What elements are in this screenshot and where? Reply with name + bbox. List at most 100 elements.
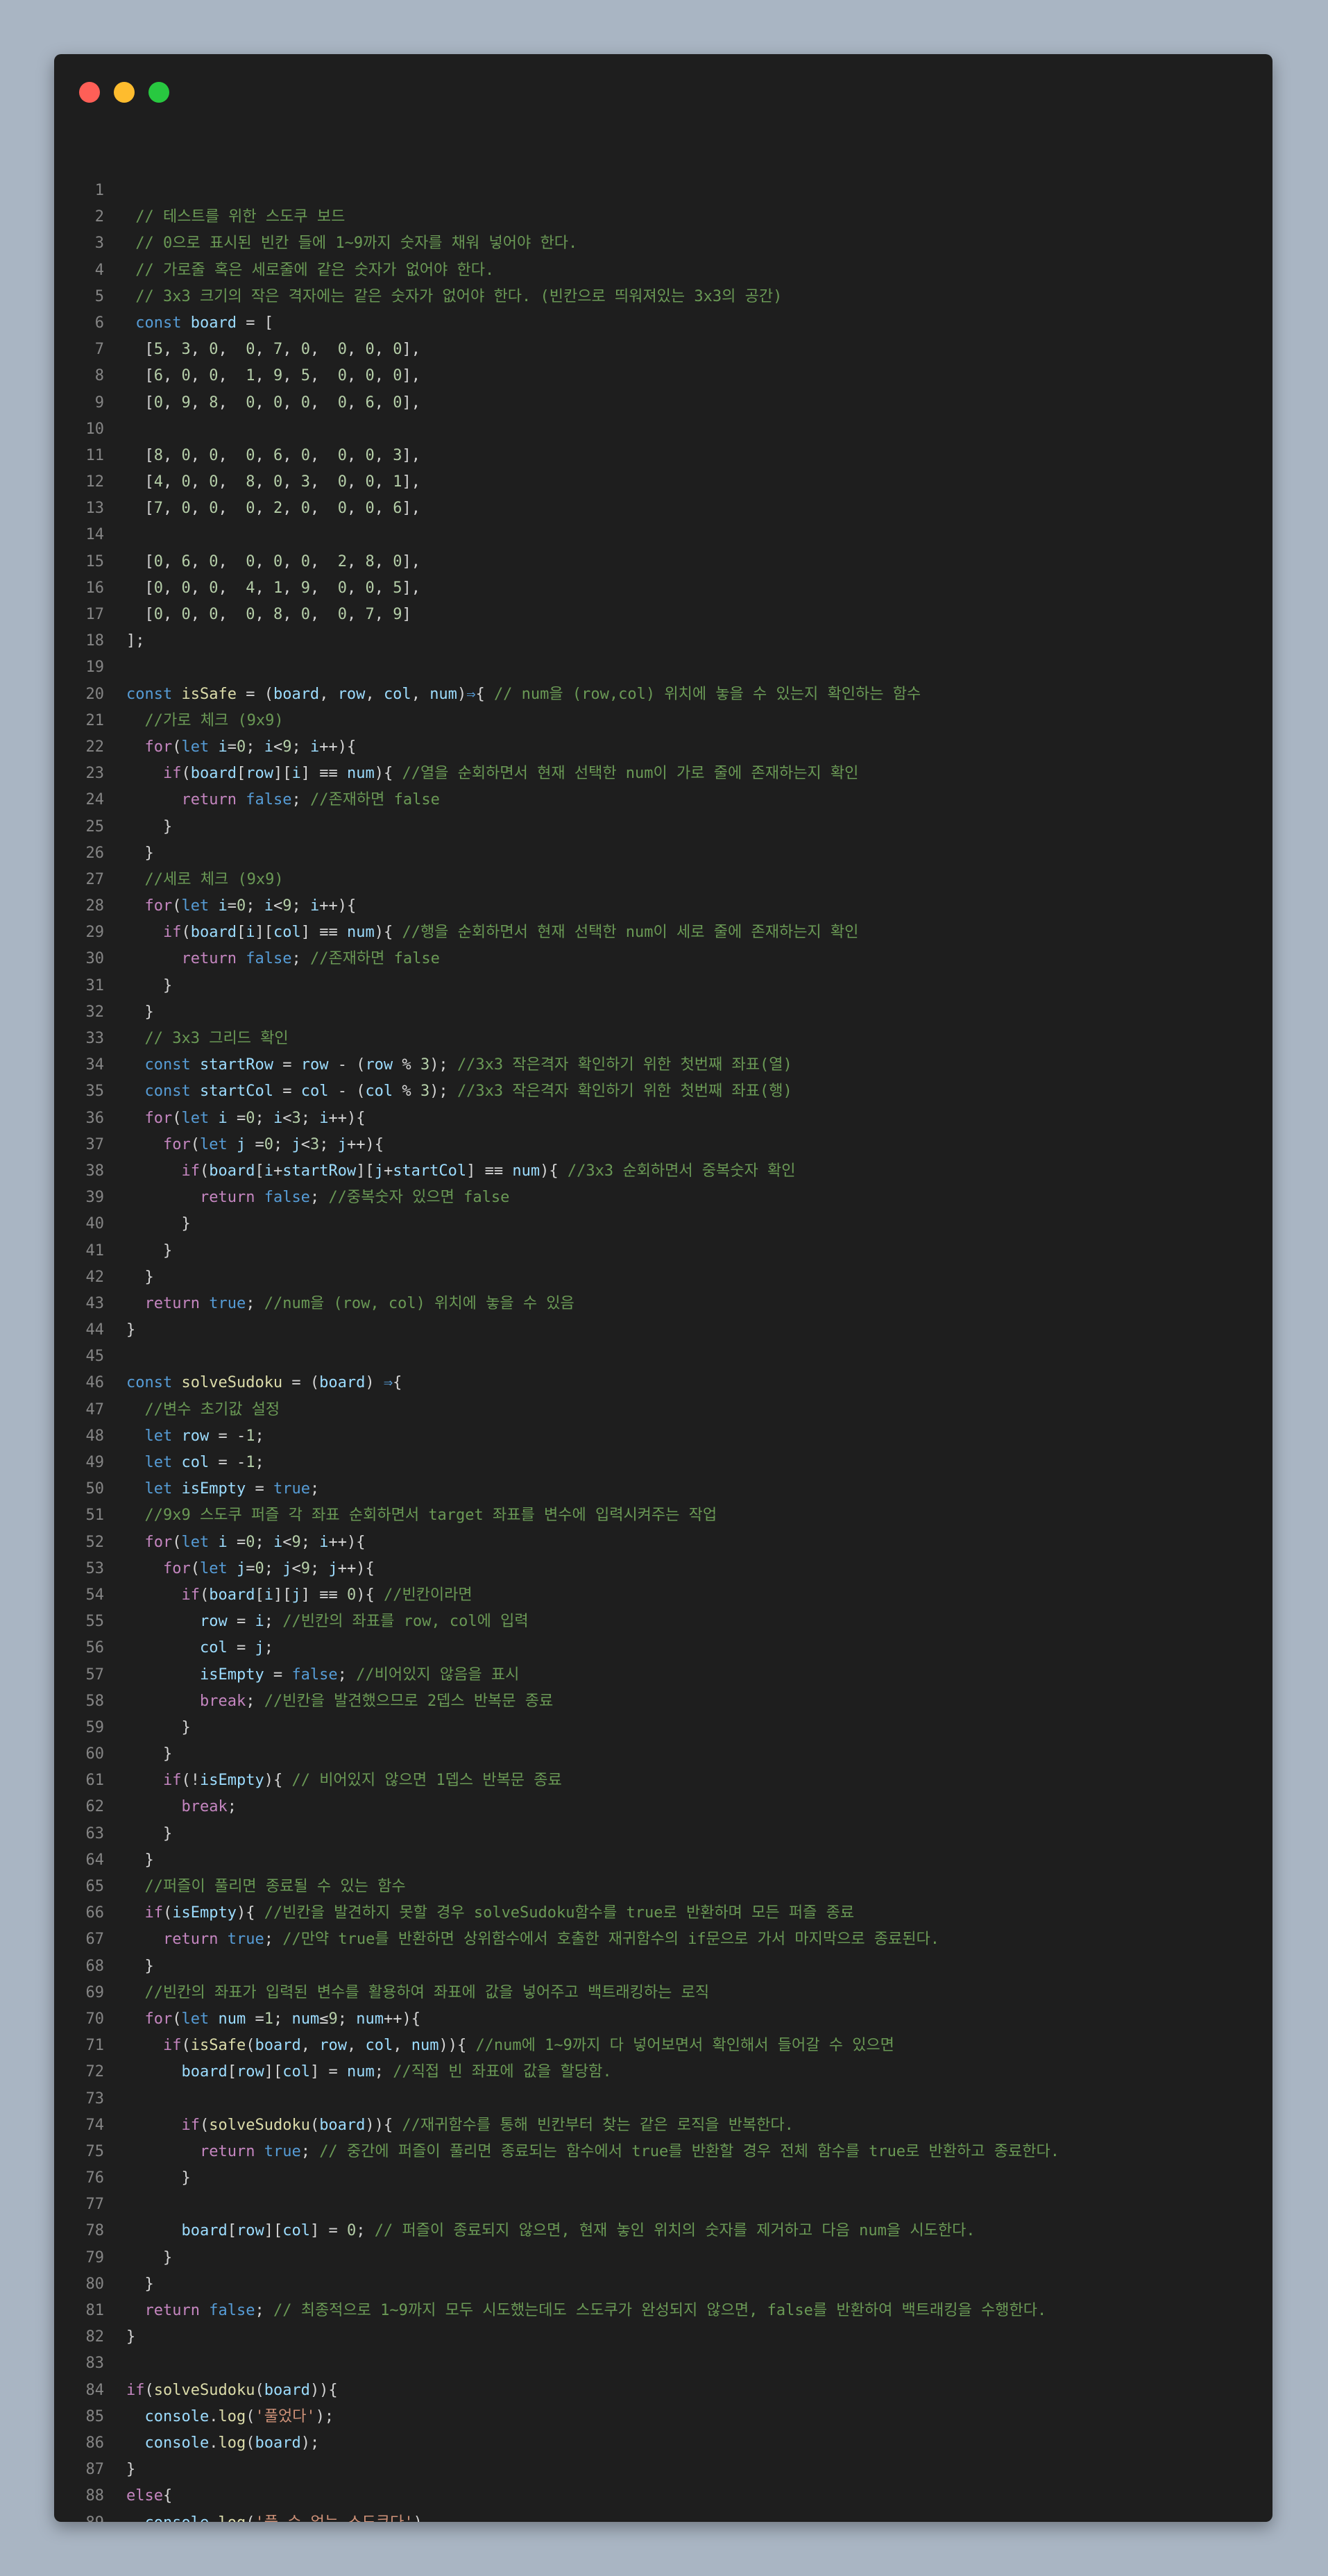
code-token: i [319,1533,329,1551]
code-token: ; [246,897,264,915]
code-token: 3 [300,473,310,491]
code-token: , [310,552,338,570]
code-token: ) [457,685,467,703]
code-token: //열을 순회하면서 현재 선택한 num이 가로 줄에 존재하는지 확인 [402,765,859,783]
code-token: ++){ [328,1109,366,1127]
code-token: ] ≡≡ [300,765,347,783]
code-token: % [393,1056,420,1074]
code-token: - ( [328,1056,366,1074]
code-token: = [273,1056,301,1074]
code-token: 0 [246,606,255,623]
code-line: 47 //변수 초기값 설정 [54,1397,1272,1423]
code-line: 3 // 0으로 표시된 빈칸 들에 1~9까지 숫자를 채워 넣어야 한다. [54,230,1272,257]
code-token: const [126,685,173,703]
code-token: ) [365,1374,384,1392]
line-number: 55 [85,1613,105,1631]
code-token: ( [246,2434,255,2452]
minimize-dot[interactable] [114,82,135,103]
code-token: 9 [181,393,191,412]
code-token: 0 [346,1586,357,1604]
code-token: '풀었다' [255,2407,316,2425]
line-number: 2 [94,208,104,226]
code-token: , [347,341,366,359]
code-token: 9 [328,2010,338,2028]
code-token: , [190,552,210,570]
code-token: , [218,552,246,570]
code-line: 48 let row = -1; [54,1423,1272,1450]
code-token: , [282,606,301,623]
code-token: , [190,446,210,464]
code-token: , [346,2037,366,2055]
code-token: 0 [209,446,219,464]
code-token: //중복숫자 있으면 false [328,1189,510,1207]
code-line: 65 //퍼즐이 풀리면 종료될 수 있는 함수 [54,1874,1272,1900]
code-token: j [291,1135,301,1153]
code-token: 0 [300,500,310,518]
code-token: ( [181,765,191,783]
code-token: ; [300,2142,320,2160]
code-token: ); [429,1083,457,1101]
code-line: 9 [0, 9, 8, 0, 0, 0, 0, 6, 0], [54,390,1272,416]
line-number: 70 [85,2010,105,2028]
code-token: } [126,2248,173,2266]
code-token: 3 [393,446,402,464]
code-token: const [135,314,182,332]
code-token: 3 [420,1083,430,1101]
code-line: 79 } [54,2245,1272,2271]
code-token: = ( [282,1374,320,1392]
code-line: 43 return true; //num을 (row, col) 위치에 놓을… [54,1291,1272,1317]
code-token: 2 [337,552,347,570]
line-number: 31 [85,976,105,994]
code-token: , [374,606,393,623]
code-token: return [181,791,237,809]
code-token: , [255,606,273,623]
code-token: 0 [237,897,246,915]
line-number: 36 [85,1109,105,1127]
code-line: 49 let col = -1; [54,1450,1272,1476]
maximize-dot[interactable] [148,82,169,103]
code-token: //변수 초기값 설정 [144,1400,280,1418]
code-token: 0 [246,341,255,359]
line-number: 17 [85,606,105,623]
code-token: 0 [209,367,219,385]
line-number: 16 [85,579,105,597]
code-token: } [126,2169,191,2187]
code-token: 0 [153,552,163,570]
code-token: , [374,393,393,412]
code-token: //빈칸의 좌표가 입력된 변수를 활용하여 좌표에 값을 넣어주고 백트래킹하… [144,1983,710,2001]
code-token: [ [255,1162,264,1180]
code-token: ; [264,1613,283,1631]
line-number: 3 [94,235,104,253]
code-token: // 가로줄 혹은 세로줄에 같은 숫자가 없어야 한다. [126,261,495,279]
code-token: for [162,1135,191,1153]
code-token: = [246,1559,255,1577]
code-token: 3 [181,341,191,359]
code-token: ; [264,1931,283,1949]
code-line: 31 } [54,973,1272,999]
close-dot[interactable] [79,82,100,103]
code-token: 0 [337,341,347,359]
code-token: ; [291,950,310,968]
code-token: board [264,2381,310,2399]
code-line: 34 const startRow = row - (row % 3); //3… [54,1052,1272,1078]
code-token: , [365,685,384,703]
line-number: 64 [85,1851,105,1869]
code-token: ( [163,1904,173,1922]
code-token: [ [126,500,154,518]
code-token: ( [144,2381,154,2399]
code-line: 67 return true; //만약 true를 반환하면 상위함수에서 호… [54,1926,1272,1953]
code-token: , [374,579,393,597]
code-token: ( [181,924,191,942]
code-token: for [162,1559,191,1577]
code-token: 0 [209,579,219,597]
code-token: , [255,341,273,359]
